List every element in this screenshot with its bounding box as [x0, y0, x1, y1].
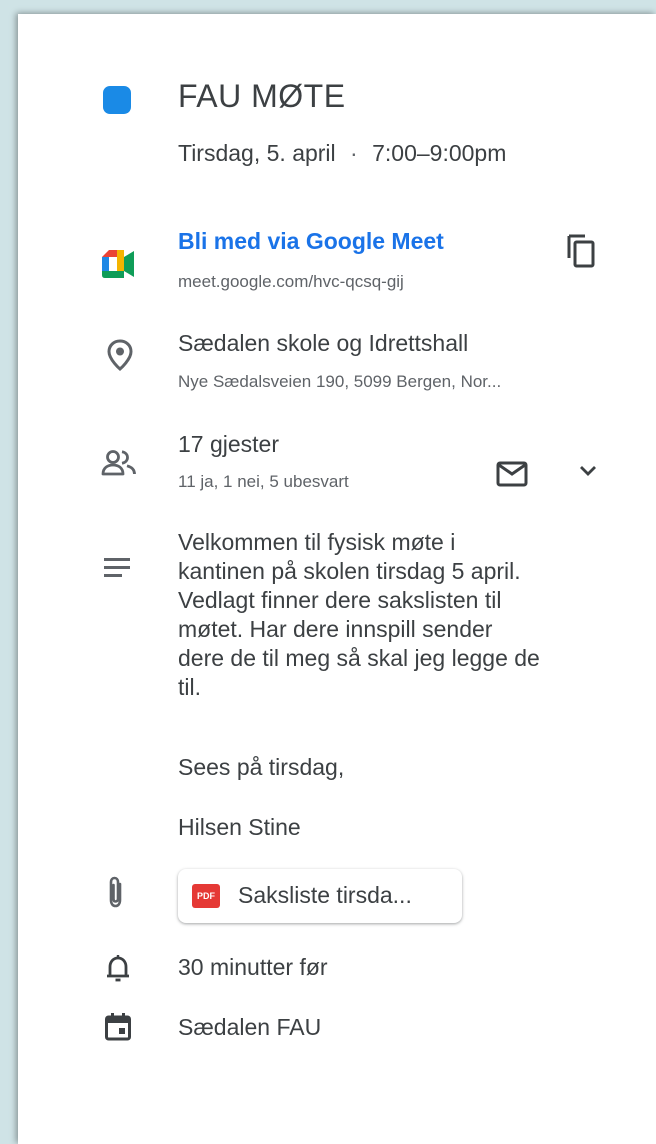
attachment-label: Saksliste tirsda...: [238, 882, 412, 908]
attachment-chip[interactable]: PDF Saksliste tirsda...: [178, 869, 462, 923]
guest-response-summary: 11 ja, 1 nei, 5 ubesvart: [178, 472, 349, 491]
description-line: kantinen på skolen tirsdag 5 april.: [178, 558, 521, 584]
location-pin-icon: [107, 339, 133, 371]
google-meet-icon: [102, 250, 134, 278]
calendar-name: Sædalen FAU: [178, 1014, 322, 1040]
event-color-indicator: [103, 86, 131, 114]
copy-icon[interactable]: [565, 234, 597, 268]
description-line: til.: [178, 674, 201, 700]
event-date: Tirsdag, 5. april: [178, 140, 336, 166]
people-icon: [101, 450, 136, 476]
location-name: Sædalen skole og Idrettshall: [178, 330, 469, 356]
description-line: Velkommen til fysisk møte i: [178, 529, 456, 555]
join-google-meet-link[interactable]: Bli med via Google Meet: [178, 228, 444, 255]
email-icon[interactable]: [496, 461, 528, 487]
paperclip-icon: [109, 876, 122, 908]
description-greeting: Sees på tirsdag,: [178, 754, 345, 780]
pdf-icon: PDF: [192, 884, 220, 908]
description-line: dere de til meg så skal jeg legge de: [178, 645, 540, 671]
description-line: møtet. Har dere innspill sender: [178, 616, 493, 642]
datetime-separator: ·: [350, 140, 358, 166]
description-signature: Hilsen Stine: [178, 814, 301, 840]
calendar-icon: [105, 1013, 131, 1041]
guest-count: 17 gjester: [178, 431, 280, 457]
description-line: Vedlagt finner dere sakslisten til: [178, 587, 502, 613]
event-datetime: Tirsdag, 5. april · 7:00–9:00pm: [178, 140, 506, 167]
meet-url: meet.google.com/hvc-qcsq-gij: [178, 272, 404, 291]
event-details-card: FAU MØTE Tirsdag, 5. april · 7:00–9:00pm…: [18, 14, 656, 1144]
notes-icon: [104, 558, 130, 577]
chevron-down-icon[interactable]: [579, 465, 597, 477]
location-address: Nye Sædalsveien 190, 5099 Bergen, Nor...: [178, 372, 502, 391]
event-title: FAU MØTE: [178, 78, 346, 114]
reminder-label: 30 minutter før: [178, 954, 328, 980]
event-time: 7:00–9:00pm: [372, 140, 507, 166]
bell-icon: [107, 955, 129, 982]
event-description: Velkommen til fysisk møte i kantinen på …: [178, 528, 618, 702]
